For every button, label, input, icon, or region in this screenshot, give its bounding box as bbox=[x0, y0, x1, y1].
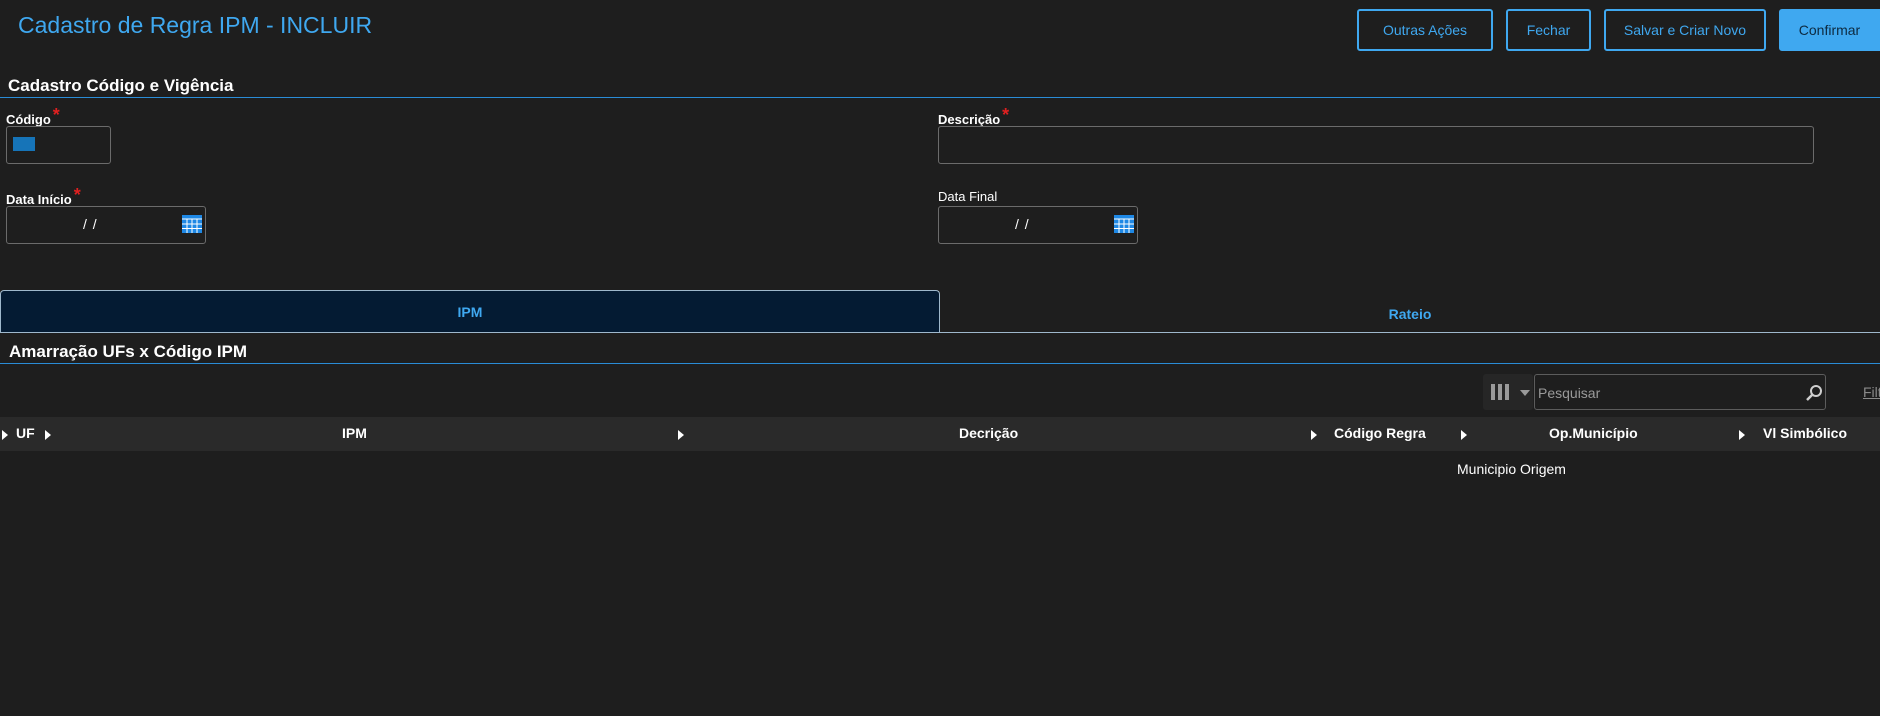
tab-rateio-label: Rateio bbox=[1388, 306, 1432, 322]
tab-ipm-label: IPM bbox=[457, 303, 483, 320]
calendar-icon[interactable] bbox=[1114, 215, 1134, 233]
fechar-label: Fechar bbox=[1526, 22, 1571, 38]
chevron-down-icon bbox=[1520, 390, 1530, 396]
calendar-icon[interactable] bbox=[182, 215, 202, 233]
salvar-criar-novo-label: Salvar e Criar Novo bbox=[1623, 22, 1747, 38]
descricao-input[interactable] bbox=[938, 126, 1814, 164]
data-inicio-input[interactable]: / / bbox=[6, 206, 206, 244]
data-final-value: / / bbox=[1015, 216, 1030, 232]
data-final-label-wrap: Data Final bbox=[938, 188, 997, 206]
outras-acoes-label: Outras Ações bbox=[1382, 22, 1468, 38]
search-placeholder: Pesquisar bbox=[1538, 385, 1601, 401]
column-header-vl-simbolico[interactable]: Vl Simbólico bbox=[1763, 425, 1847, 441]
codigo-input[interactable] bbox=[6, 126, 111, 164]
sort-arrow-icon[interactable] bbox=[1461, 430, 1467, 440]
codigo-label: Código bbox=[6, 112, 51, 127]
data-inicio-value: / / bbox=[83, 216, 98, 232]
column-header-ipm[interactable]: IPM bbox=[342, 425, 367, 441]
section-divider bbox=[0, 363, 1880, 364]
tab-ipm[interactable]: IPM bbox=[0, 290, 940, 332]
tab-bar-border bbox=[0, 332, 1880, 333]
descricao-label: Descrição bbox=[938, 112, 1001, 127]
column-subheader-municipio-origem: Municipio Origem bbox=[1457, 461, 1566, 477]
section-title-codigo: Cadastro Código e Vigência bbox=[8, 76, 234, 95]
search-icon[interactable] bbox=[1805, 384, 1823, 402]
tab-rateio[interactable]: Rateio bbox=[940, 294, 1880, 334]
column-header-op-municipio[interactable]: Op.Município bbox=[1549, 425, 1638, 441]
sort-arrow-icon[interactable] bbox=[678, 430, 684, 440]
page-title: Cadastro de Regra IPM - INCLUIR bbox=[18, 12, 373, 38]
sort-arrow-icon[interactable] bbox=[2, 430, 8, 440]
confirmar-label: Confirmar bbox=[1798, 22, 1861, 38]
filter-link[interactable]: Filt bbox=[1863, 384, 1880, 400]
column-header-codigo-regra[interactable]: Código Regra bbox=[1334, 425, 1426, 441]
search-input[interactable]: Pesquisar bbox=[1534, 374, 1826, 410]
data-final-input[interactable]: / / bbox=[938, 206, 1138, 244]
cursor-highlight bbox=[13, 137, 35, 151]
section-title-amarracao: Amarração UFs x Código IPM bbox=[9, 342, 248, 361]
data-inicio-label: Data Início bbox=[6, 192, 72, 207]
column-header-decricao[interactable]: Decrição bbox=[959, 425, 1018, 441]
confirmar-button[interactable]: Confirmar bbox=[1779, 9, 1880, 51]
columns-toggle[interactable] bbox=[1483, 374, 1533, 410]
required-mark: * bbox=[73, 185, 81, 205]
columns-icon bbox=[1491, 384, 1509, 400]
outras-acoes-button[interactable]: Outras Ações bbox=[1357, 9, 1493, 51]
sort-arrow-icon[interactable] bbox=[1739, 430, 1745, 440]
column-header-uf[interactable]: UF bbox=[16, 425, 35, 441]
sort-arrow-icon[interactable] bbox=[1311, 430, 1317, 440]
required-mark: * bbox=[1002, 105, 1010, 125]
salvar-criar-novo-button[interactable]: Salvar e Criar Novo bbox=[1604, 9, 1766, 51]
data-final-label: Data Final bbox=[938, 189, 998, 204]
fechar-button[interactable]: Fechar bbox=[1506, 9, 1591, 51]
sort-arrow-icon[interactable] bbox=[45, 430, 51, 440]
section-divider bbox=[0, 97, 1880, 98]
required-mark: * bbox=[52, 105, 60, 125]
